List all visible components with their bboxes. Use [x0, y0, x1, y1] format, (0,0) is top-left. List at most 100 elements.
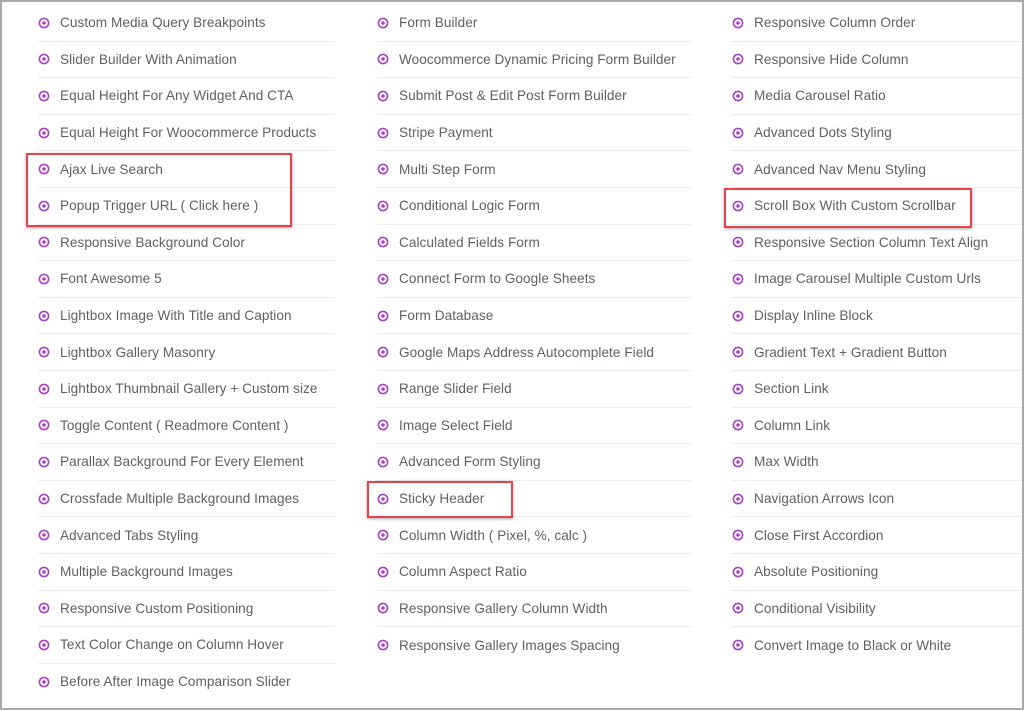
radio-dot-icon: [38, 273, 50, 285]
feature-label: Custom Media Query Breakpoints: [60, 15, 266, 31]
feature-list-item[interactable]: Lightbox Image With Title and Caption: [38, 298, 335, 335]
feature-list-item[interactable]: Calculated Fields Form: [377, 225, 691, 262]
radio-dot-icon: [732, 346, 744, 358]
feature-list-item[interactable]: Slider Builder With Animation: [38, 42, 335, 79]
radio-dot-icon: [377, 53, 389, 65]
feature-list-item[interactable]: Navigation Arrows Icon: [732, 481, 1022, 518]
feature-list-item[interactable]: Image Select Field: [377, 408, 691, 445]
feature-list-item[interactable]: Responsive Column Order: [732, 5, 1022, 42]
feature-label: Responsive Gallery Column Width: [399, 600, 608, 616]
feature-label: Max Width: [754, 454, 819, 470]
feature-list-item[interactable]: Custom Media Query Breakpoints: [38, 5, 335, 42]
feature-list-item[interactable]: Stripe Payment: [377, 115, 691, 152]
radio-dot-icon: [38, 90, 50, 102]
radio-dot-icon: [732, 200, 744, 212]
feature-label: Column Aspect Ratio: [399, 564, 527, 580]
feature-list-item[interactable]: Before After Image Comparison Slider: [38, 664, 335, 701]
radio-dot-icon: [38, 419, 50, 431]
feature-list-item[interactable]: Connect Form to Google Sheets: [377, 261, 691, 298]
feature-list-item[interactable]: Column Aspect Ratio: [377, 554, 691, 591]
radio-dot-icon: [732, 419, 744, 431]
feature-label: Close First Accordion: [754, 527, 884, 543]
radio-dot-icon: [377, 383, 389, 395]
radio-dot-icon: [732, 566, 744, 578]
feature-list-item[interactable]: Range Slider Field: [377, 371, 691, 408]
feature-label: Submit Post & Edit Post Form Builder: [399, 88, 627, 104]
feature-list-item[interactable]: Scroll Box With Custom Scrollbar: [732, 188, 1022, 225]
feature-list-item[interactable]: Column Width ( Pixel, %, calc ): [377, 517, 691, 554]
feature-label: Slider Builder With Animation: [60, 51, 237, 67]
radio-dot-icon: [732, 127, 744, 138]
feature-list-item[interactable]: Responsive Gallery Column Width: [377, 591, 691, 628]
feature-list-item[interactable]: Conditional Logic Form: [377, 188, 691, 225]
feature-column-1: Custom Media Query Breakpoints Slider Bui…: [38, 5, 335, 700]
radio-dot-icon: [38, 602, 50, 614]
feature-label: Google Maps Address Autocomplete Field: [399, 344, 655, 360]
feature-list-item[interactable]: Responsive Gallery Images Spacing: [377, 627, 691, 664]
feature-list-item[interactable]: Form Database: [377, 298, 691, 335]
feature-list-item[interactable]: Equal Height For Woocommerce Products: [38, 115, 335, 152]
feature-list-item[interactable]: Gradient Text + Gradient Button: [732, 334, 1022, 371]
radio-dot-icon: [377, 236, 389, 248]
feature-list-item[interactable]: Max Width: [732, 444, 1022, 481]
feature-list-item[interactable]: Column Link: [732, 408, 1022, 445]
feature-list-item[interactable]: Multiple Background Images: [38, 554, 335, 591]
radio-dot-icon: [377, 346, 389, 358]
feature-list-item[interactable]: Absolute Positioning: [732, 554, 1022, 591]
feature-list-item[interactable]: Sticky Header: [377, 481, 691, 518]
feature-label: Section Link: [754, 381, 829, 397]
feature-list-item[interactable]: Conditional Visibility: [732, 591, 1022, 628]
feature-list-item[interactable]: Responsive Custom Positioning: [38, 591, 335, 628]
feature-label: Multiple Background Images: [60, 564, 233, 580]
radio-dot-icon: [377, 127, 389, 138]
feature-column-3: Responsive Column Order Responsive Hide C…: [732, 5, 1022, 664]
feature-list-item[interactable]: Multi Step Form: [377, 151, 691, 188]
feature-list-item[interactable]: Media Carousel Ratio: [732, 78, 1022, 115]
feature-list-item[interactable]: Woocommerce Dynamic Pricing Form Builder: [377, 42, 691, 79]
feature-list-item[interactable]: Lightbox Gallery Masonry: [38, 334, 335, 371]
feature-list-item[interactable]: Submit Post & Edit Post Form Builder: [377, 78, 691, 115]
feature-label: Stripe Payment: [399, 125, 493, 141]
feature-list-item[interactable]: Image Carousel Multiple Custom Urls: [732, 261, 1022, 298]
feature-list-item[interactable]: Advanced Tabs Styling: [38, 517, 335, 554]
feature-list-item[interactable]: Close First Accordion: [732, 517, 1022, 554]
radio-dot-icon: [38, 200, 50, 212]
feature-list-item[interactable]: Form Builder: [377, 5, 691, 42]
feature-column-2: Form Builder Woocommerce Dynamic Pricing …: [377, 5, 691, 664]
feature-list-item[interactable]: Convert Image to Black or White: [732, 627, 1022, 664]
feature-list-item[interactable]: Font Awesome 5: [38, 261, 335, 298]
feature-label: Advanced Nav Menu Styling: [754, 161, 927, 177]
feature-label: Calculated Fields Form: [399, 234, 540, 250]
radio-dot-icon: [38, 383, 50, 395]
feature-list-item[interactable]: Popup Trigger URL ( Click here ): [38, 188, 335, 225]
feature-list-item[interactable]: Equal Height For Any Widget And CTA: [38, 78, 335, 115]
feature-list-item[interactable]: Lightbox Thumbnail Gallery + Custom size: [38, 371, 335, 408]
feature-list-item[interactable]: Advanced Form Styling: [377, 444, 691, 481]
radio-dot-icon: [732, 273, 744, 285]
feature-list-item[interactable]: Google Maps Address Autocomplete Field: [377, 334, 691, 371]
feature-list-item[interactable]: Responsive Hide Column: [732, 42, 1022, 79]
radio-dot-icon: [377, 602, 389, 614]
feature-label: Text Color Change on Column Hover: [60, 637, 284, 653]
feature-list-item[interactable]: Responsive Section Column Text Align: [732, 225, 1022, 262]
feature-label: Toggle Content ( Readmore Content ): [60, 417, 289, 433]
feature-list-item[interactable]: Parallax Background For Every Element: [38, 444, 335, 481]
radio-dot-icon: [377, 566, 389, 578]
radio-dot-icon: [38, 493, 50, 504]
radio-dot-icon: [732, 310, 744, 321]
feature-label: Display Inline Block: [754, 308, 873, 324]
radio-dot-icon: [732, 639, 744, 651]
feature-list-item[interactable]: Responsive Background Color: [38, 225, 335, 262]
feature-label: Image Carousel Multiple Custom Urls: [754, 271, 981, 287]
feature-label: Range Slider Field: [399, 381, 512, 397]
feature-label: Form Builder: [399, 15, 478, 31]
feature-label: Responsive Hide Column: [754, 51, 909, 67]
feature-list-item[interactable]: Display Inline Block: [732, 298, 1022, 335]
feature-list-item[interactable]: Text Color Change on Column Hover: [38, 627, 335, 664]
feature-list-item[interactable]: Ajax Live Search: [38, 151, 335, 188]
feature-list-item[interactable]: Crossfade Multiple Background Images: [38, 481, 335, 518]
feature-list-item[interactable]: Section Link: [732, 371, 1022, 408]
feature-list-item[interactable]: Advanced Dots Styling: [732, 115, 1022, 152]
feature-list-item[interactable]: Advanced Nav Menu Styling: [732, 151, 1022, 188]
feature-list-item[interactable]: Toggle Content ( Readmore Content ): [38, 408, 335, 445]
